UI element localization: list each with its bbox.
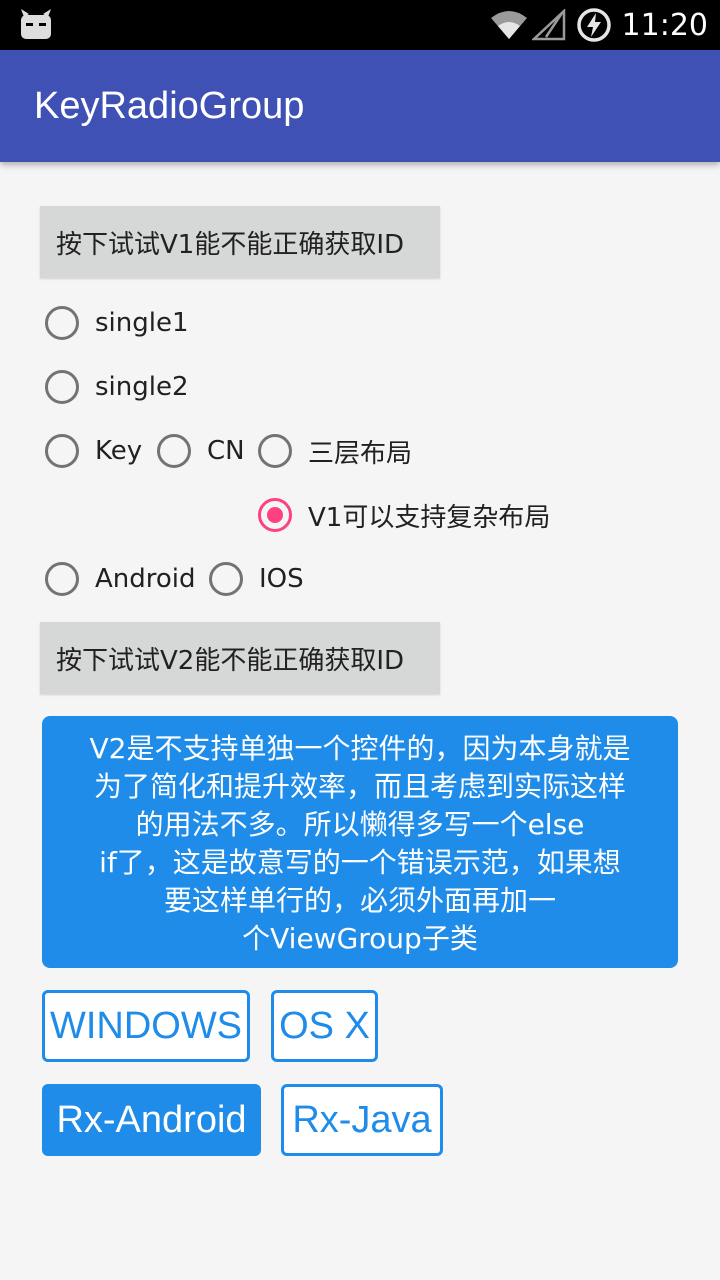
radio-circle[interactable]	[45, 562, 79, 596]
info-line: 要这样单行的，必须外面再加一	[163, 884, 556, 917]
radio-circle-checked[interactable]	[258, 498, 292, 532]
chip-osx[interactable]: OS X	[271, 990, 378, 1062]
radio-circle[interactable]	[45, 306, 79, 340]
app-bar: KeyRadioGroup	[0, 50, 720, 162]
radio-ios[interactable]: IOS	[209, 557, 304, 601]
battery-charging-icon	[576, 8, 611, 42]
info-line: V2是不支持单独一个控件的，因为本身就是	[89, 732, 631, 765]
radio-cn[interactable]: CN	[157, 429, 245, 473]
signal-icon	[531, 9, 565, 41]
v2-get-id-button[interactable]: 按下试试V2能不能正确获取ID	[40, 622, 440, 694]
info-line: 个ViewGroup子类	[242, 922, 478, 955]
radio-single1[interactable]: single1	[45, 301, 189, 345]
radio-label: V1可以支持复杂布局	[308, 502, 551, 533]
radio-android[interactable]: Android	[45, 557, 196, 601]
radio-v1-complex[interactable]: V1可以支持复杂布局	[258, 493, 550, 537]
info-line: 的用法不多。所以懒得多写一个else	[135, 808, 585, 841]
status-bar: 11:20	[0, 0, 720, 50]
status-icons: 11:20	[490, 0, 708, 50]
radio-circle[interactable]	[157, 434, 191, 468]
wifi-icon	[490, 11, 527, 39]
status-time: 11:20	[621, 7, 708, 43]
radio-label: Android	[95, 564, 196, 594]
radio-label: single1	[95, 308, 189, 338]
radio-three-layer[interactable]: 三层布局	[258, 429, 412, 473]
radio-circle[interactable]	[258, 434, 292, 468]
radio-circle[interactable]	[209, 562, 243, 596]
radio-key[interactable]: Key	[45, 429, 142, 473]
chip-rx-java[interactable]: Rx-Java	[281, 1084, 443, 1156]
chip-windows[interactable]: WINDOWS	[42, 990, 250, 1062]
radio-label: 三层布局	[308, 438, 413, 469]
radio-single2[interactable]: single2	[45, 365, 189, 409]
radio-label: single2	[95, 372, 189, 402]
radio-label: IOS	[259, 564, 304, 594]
radio-circle[interactable]	[45, 434, 79, 468]
chip-rx-android[interactable]: Rx-Android	[42, 1084, 261, 1156]
radio-circle[interactable]	[45, 370, 79, 404]
radio-label: CN	[207, 436, 245, 466]
cyanogen-mascot-icon	[21, 9, 51, 39]
v1-get-id-button[interactable]: 按下试试V1能不能正确获取ID	[40, 206, 440, 278]
v2-info-box: V2是不支持单独一个控件的，因为本身就是 为了简化和提升效率，而且考虑到实际这样…	[42, 716, 678, 968]
radio-label: Key	[95, 436, 143, 466]
info-line: 为了简化和提升效率，而且考虑到实际这样	[93, 770, 626, 803]
info-line: if了，这是故意写的一个错误示范，如果想	[99, 846, 621, 879]
app-title: KeyRadioGroup	[34, 85, 305, 127]
